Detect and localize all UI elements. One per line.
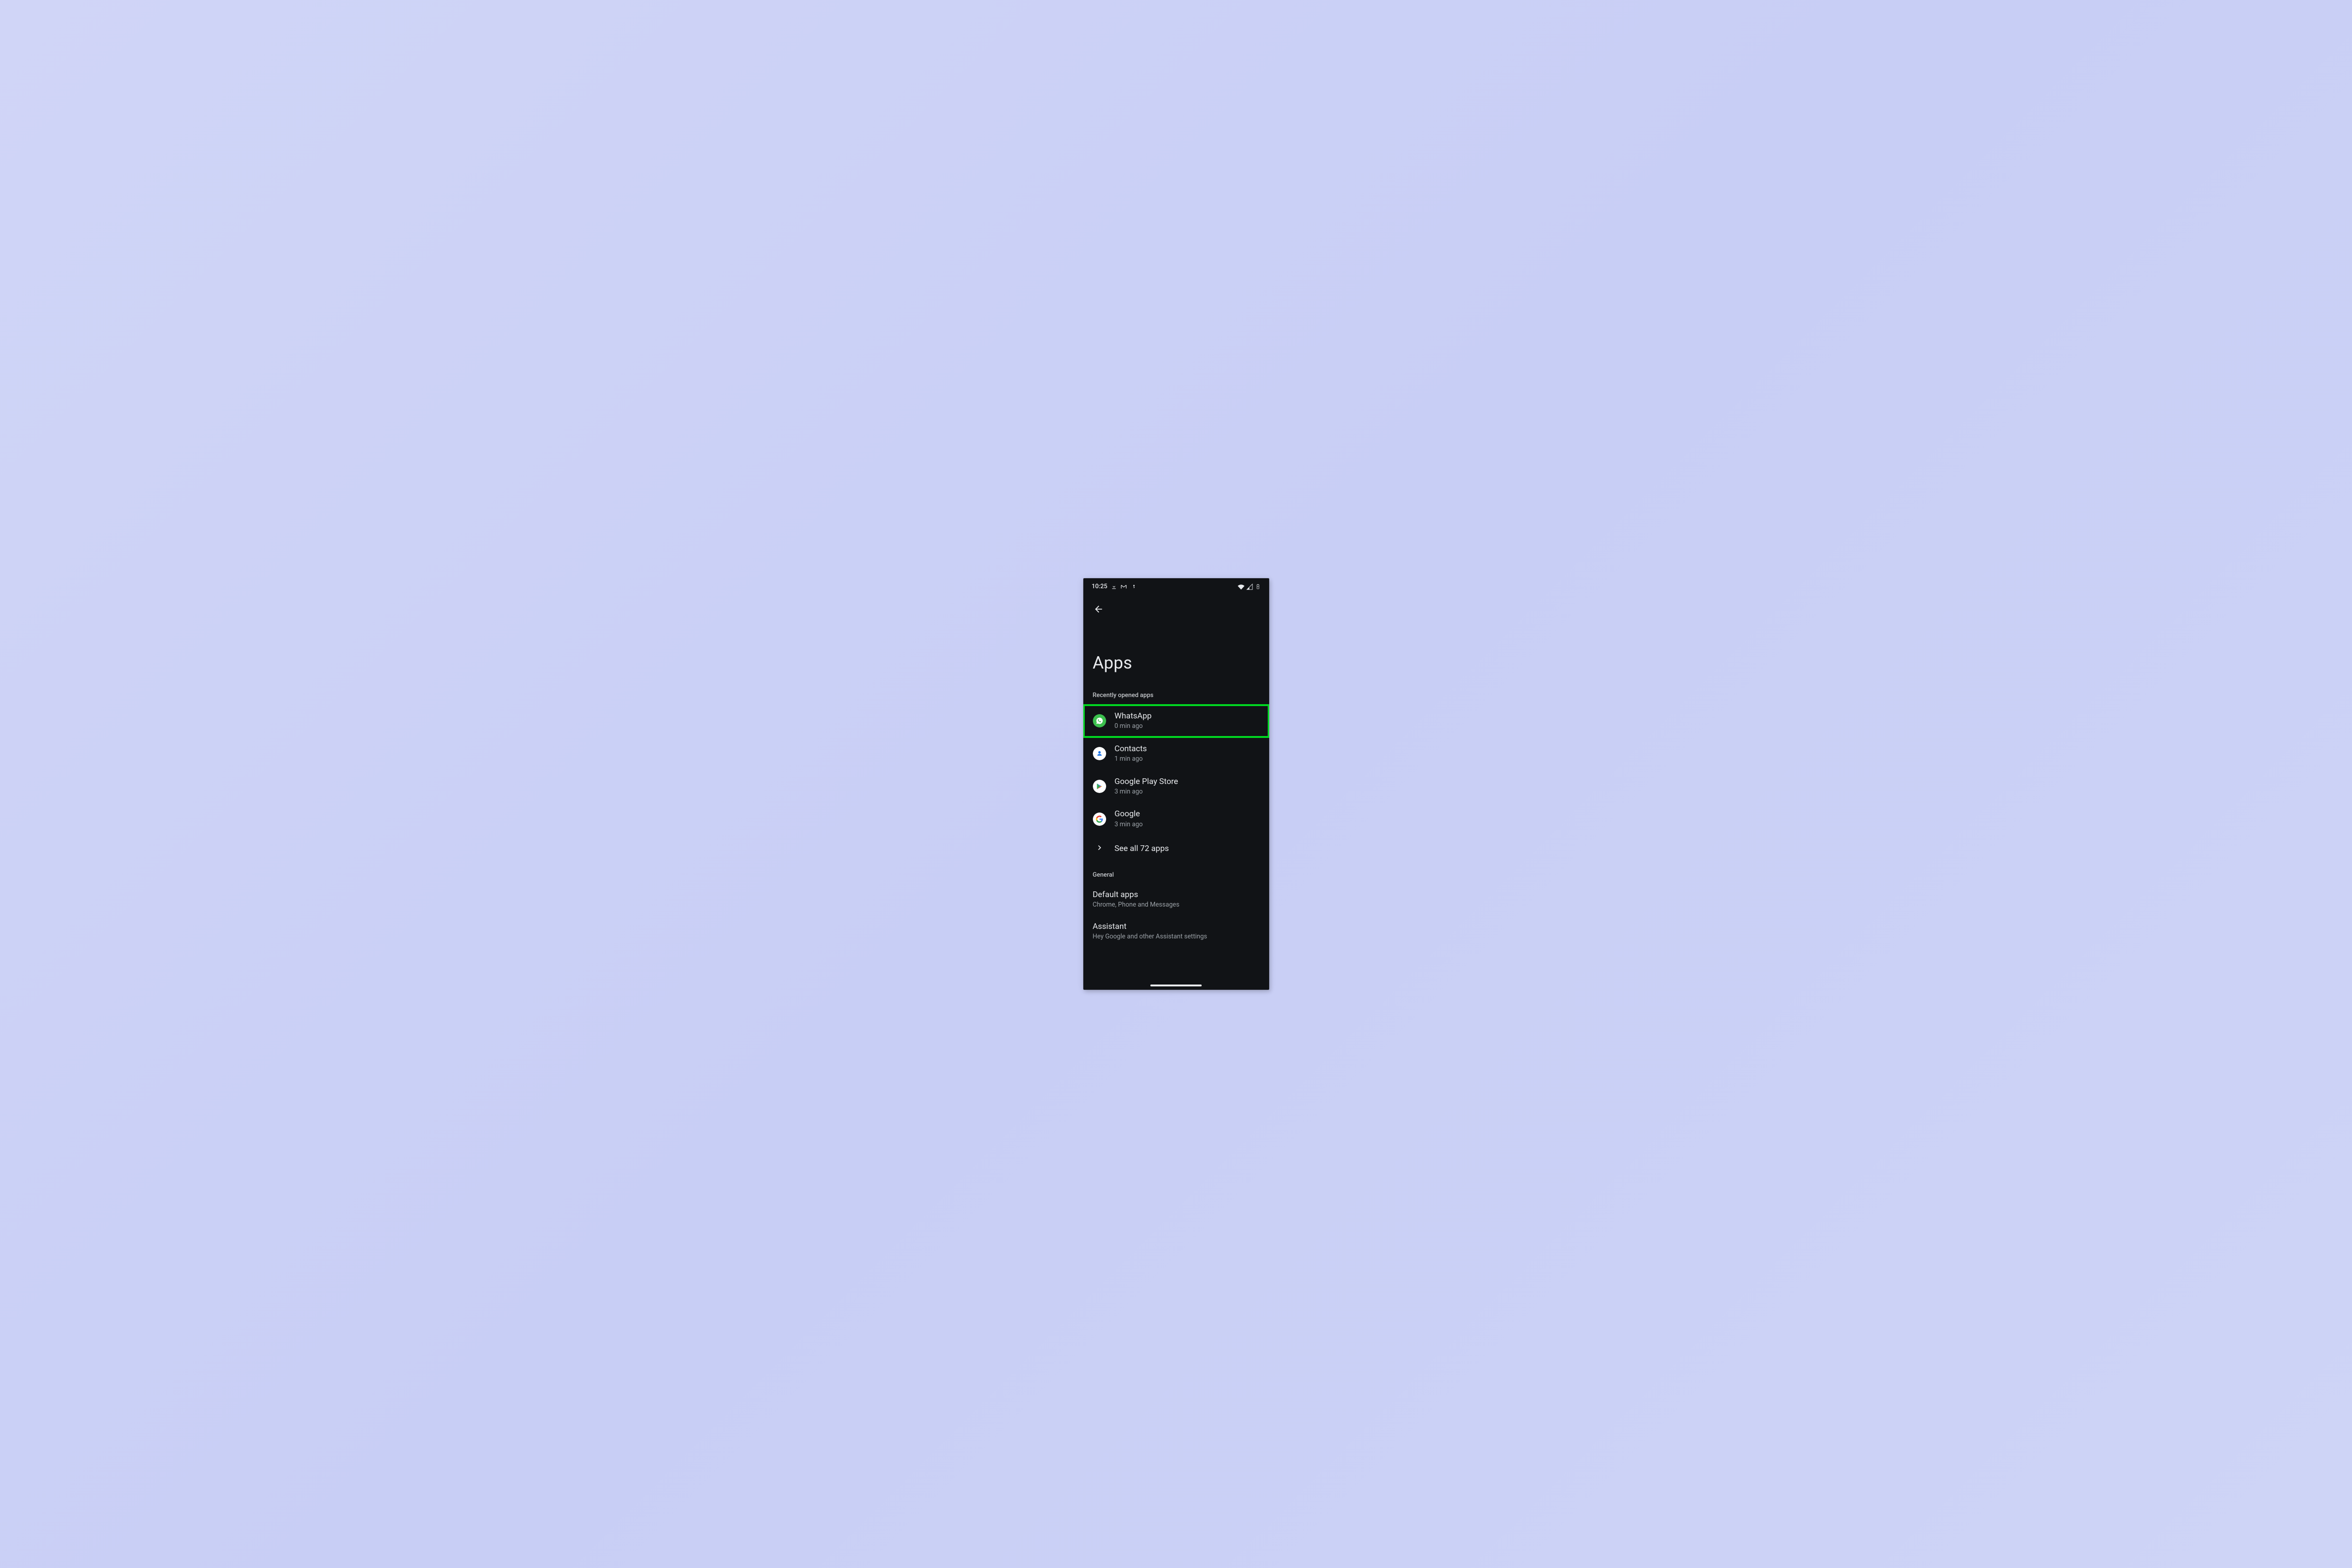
app-row-title: Google Play Store [1115,777,1178,787]
page-title: Apps [1083,619,1269,690]
general-list: Default apps Chrome, Phone and Messages … [1083,882,1269,948]
app-row-subtitle: 0 min ago [1115,722,1152,731]
contacts-icon [1093,747,1106,760]
google-icon [1093,813,1106,826]
gmail-icon [1120,583,1127,590]
app-row-title: Contacts [1115,744,1147,754]
setting-row-subtitle: Hey Google and other Assistant settings [1093,933,1207,941]
app-row-subtitle: 3 min ago [1115,788,1178,796]
see-all-apps-row[interactable]: See all 72 apps [1083,835,1269,862]
back-button[interactable] [1090,602,1107,619]
download-icon [1110,583,1117,590]
nav-handle[interactable] [1150,985,1202,986]
app-row-whatsapp[interactable]: WhatsApp 0 min ago [1083,705,1269,737]
app-row-contacts[interactable]: Contacts 1 min ago [1083,737,1269,770]
status-bar: 10:25 [1083,578,1269,593]
app-row-title: Google [1115,809,1143,819]
setting-row-title: Default apps [1093,890,1180,900]
phone-frame: 10:25 [1083,578,1269,990]
battery-icon [1255,583,1262,590]
section-header-recent: Recently opened apps [1083,690,1269,703]
app-row-google[interactable]: Google 3 min ago [1083,803,1269,835]
play-store-icon [1093,780,1106,793]
arrow-left-icon [1093,604,1104,616]
default-apps-row[interactable]: Default apps Chrome, Phone and Messages [1083,884,1269,916]
app-row-subtitle: 1 min ago [1115,755,1147,764]
recent-apps-list: WhatsApp 0 min ago Contacts 1 min ago [1083,703,1269,862]
app-row-subtitle: 3 min ago [1115,821,1143,829]
cell-signal-icon [1246,583,1253,590]
app-row-play-store[interactable]: Google Play Store 3 min ago [1083,770,1269,803]
key-icon [1130,583,1137,590]
setting-row-title: Assistant [1093,922,1207,932]
wifi-icon [1238,583,1244,590]
whatsapp-icon [1093,714,1106,727]
chevron-right-icon [1095,843,1104,854]
status-time: 10:25 [1092,583,1108,590]
see-all-label: See all 72 apps [1115,844,1169,854]
assistant-row[interactable]: Assistant Hey Google and other Assistant… [1083,916,1269,948]
section-header-general: General [1083,862,1269,882]
app-row-title: WhatsApp [1115,711,1152,721]
setting-row-subtitle: Chrome, Phone and Messages [1093,901,1180,909]
